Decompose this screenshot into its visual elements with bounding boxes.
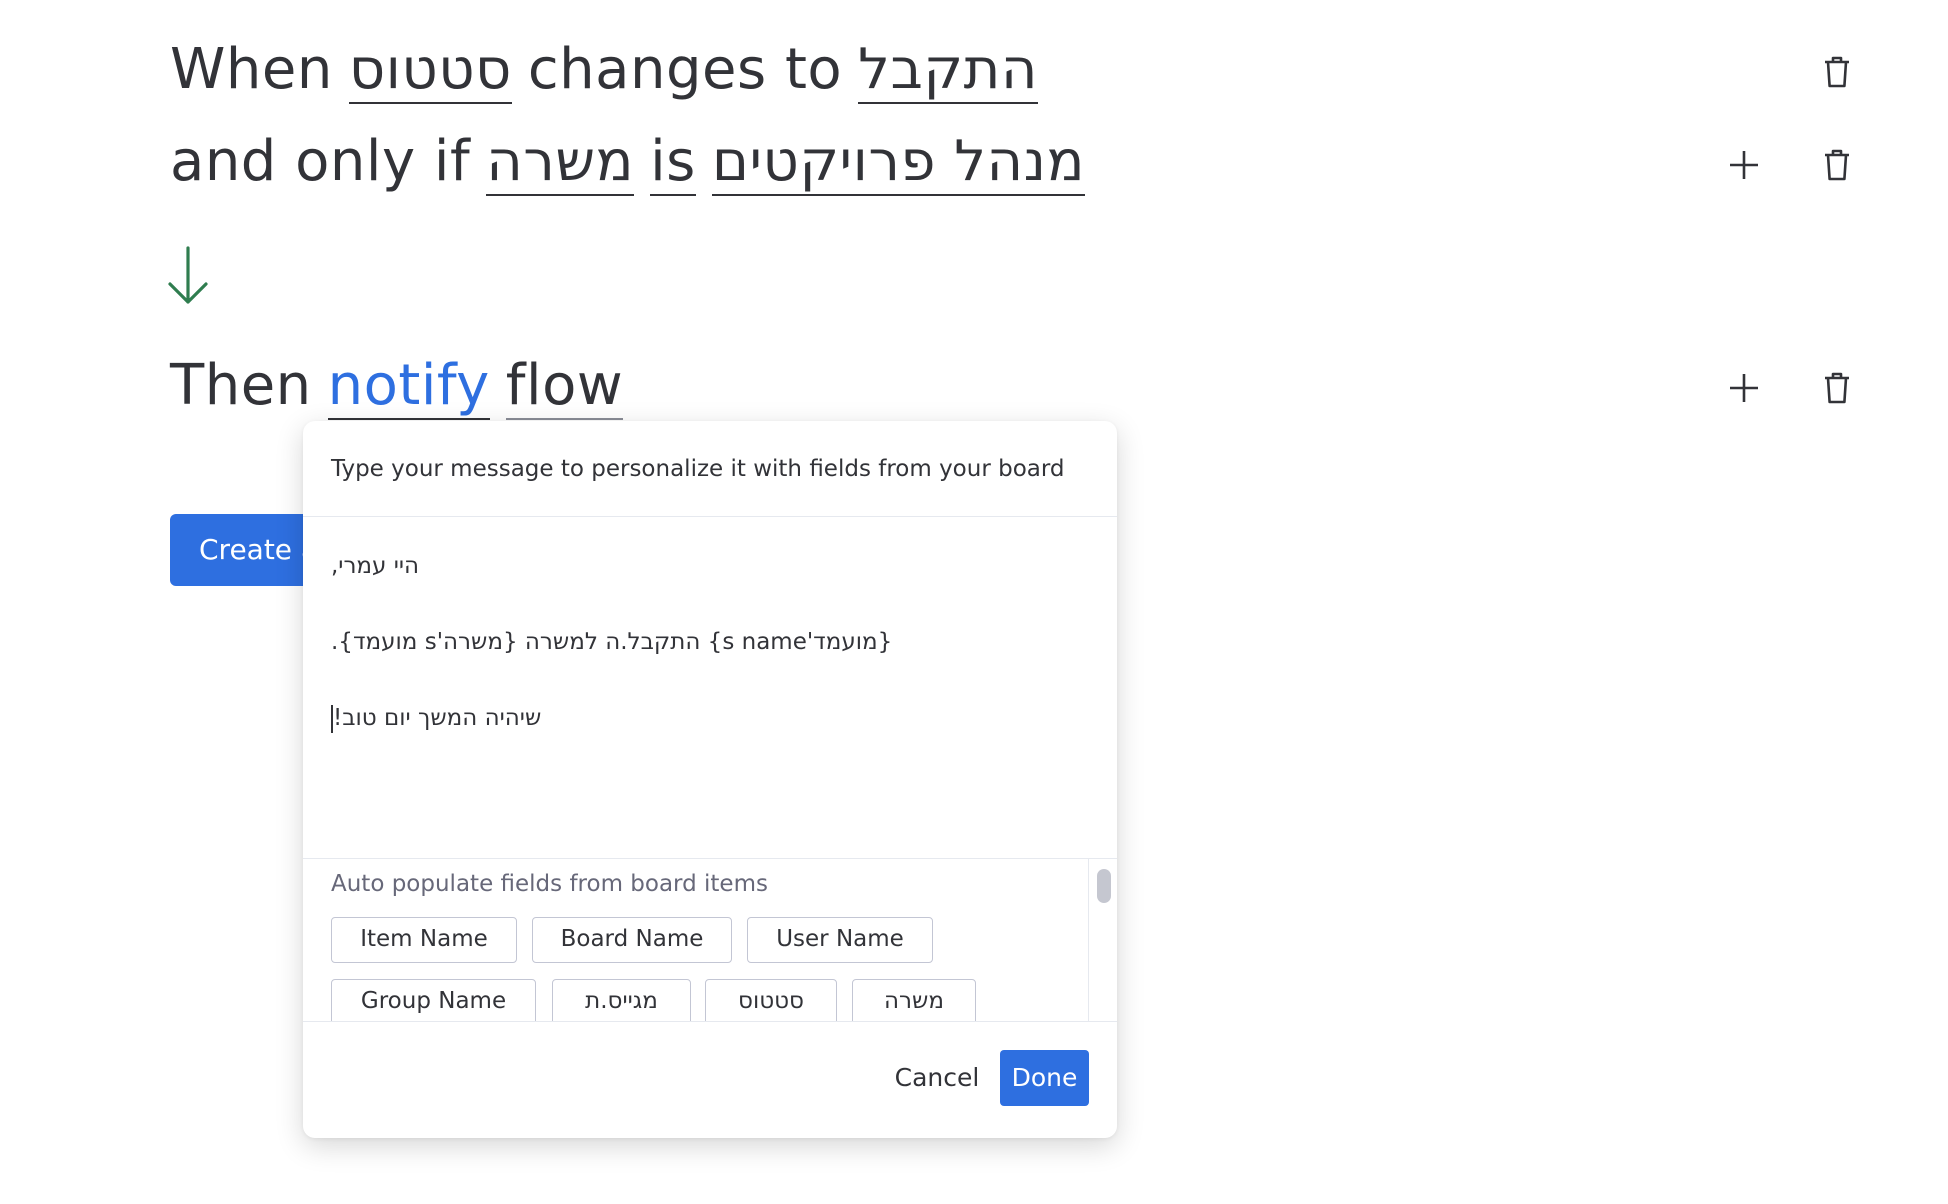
message-line: {מועמד's name} התקבל.ה למשרה {משרה's מוע… — [331, 629, 893, 655]
condition-column-field[interactable]: משרה — [486, 134, 635, 196]
trigger-when-text: When — [170, 37, 333, 102]
field-chip-user-name[interactable]: User Name — [747, 917, 933, 963]
cancel-button[interactable]: Cancel — [881, 1050, 993, 1106]
action-verb-field[interactable]: notify — [327, 358, 490, 420]
field-chip-status[interactable]: סטטוס — [705, 979, 837, 1021]
delete-trigger-button[interactable] — [1815, 50, 1859, 94]
message-line-text: שיהיה המשך יום טוב! — [333, 705, 542, 731]
message-line: שיהיה המשך יום טוב! — [331, 703, 541, 733]
fields-scrollbar-thumb[interactable] — [1097, 869, 1111, 903]
notify-message-dialog: Type your message to personalize it with… — [303, 421, 1117, 1138]
trigger-changes-to-text: changes to — [527, 37, 843, 102]
field-chip-position[interactable]: משרה — [852, 979, 976, 1021]
trigger-value-field[interactable]: התקבל — [858, 42, 1038, 104]
trash-icon — [1825, 56, 1849, 88]
trigger-column-field[interactable]: סטטוס — [348, 42, 512, 104]
plus-icon — [1730, 151, 1758, 179]
done-button[interactable]: Done — [1000, 1050, 1089, 1106]
delete-condition-button[interactable] — [1815, 143, 1859, 187]
arrow-down-icon — [168, 246, 208, 304]
delete-action-button[interactable] — [1815, 366, 1859, 410]
plus-icon — [1730, 374, 1758, 402]
fields-title: Auto populate fields from board items — [331, 871, 768, 897]
auto-populate-fields: Auto populate fields from board items It… — [303, 858, 1117, 1022]
field-chip-item-name[interactable]: Item Name — [331, 917, 517, 963]
add-condition-button[interactable] — [1722, 143, 1766, 187]
automation-builder: When סטטוס changes to התקבל and only if משרה… — [0, 0, 1948, 1204]
message-line: היי עמרי, — [331, 553, 420, 579]
trigger-sentence: When סטטוס changes to התקבל — [170, 42, 1038, 104]
condition-sentence: and only if משרה is מנהל פרויקטים — [170, 129, 1086, 196]
field-chip-board-name[interactable]: Board Name — [532, 917, 732, 963]
condition-is-field[interactable]: is — [650, 134, 696, 196]
fields-scrollbar-track[interactable] — [1088, 859, 1089, 1021]
action-then-text: Then — [170, 353, 312, 418]
dialog-header: Type your message to personalize it with… — [303, 421, 1117, 517]
trash-icon — [1825, 149, 1849, 181]
condition-and-only-if-text: and only if — [170, 129, 471, 194]
add-action-button[interactable] — [1722, 366, 1766, 410]
action-sentence: Then notify flow — [170, 353, 624, 420]
action-target-field[interactable]: flow — [505, 358, 624, 420]
field-chip-recruiter[interactable]: מגייס.ת — [552, 979, 691, 1021]
field-chip-group-name[interactable]: Group Name — [331, 979, 536, 1021]
condition-value-field[interactable]: מנהל פרויקטים — [711, 134, 1086, 196]
trash-icon — [1825, 372, 1849, 404]
